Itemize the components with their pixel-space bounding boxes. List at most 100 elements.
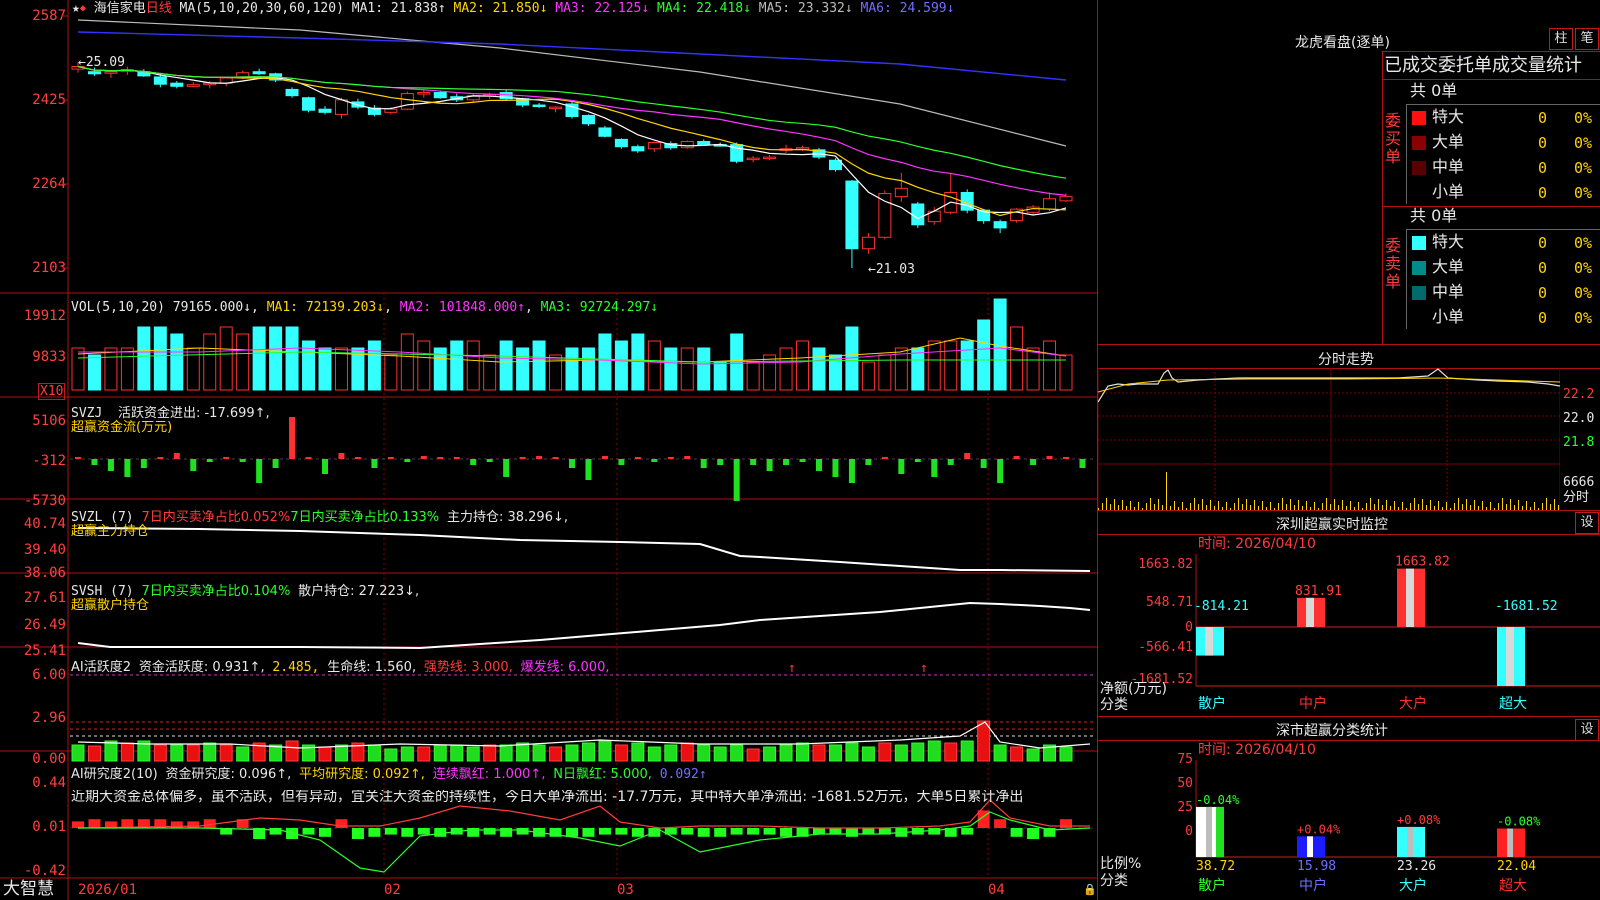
lock-icon[interactable]: 🔒 (1083, 882, 1097, 897)
sc-settings-button[interactable]: 设 (1575, 719, 1599, 741)
volume-bar (153, 326, 167, 391)
activity-bar (845, 742, 859, 762)
candle (104, 71, 118, 74)
research-bar (351, 828, 364, 839)
volume-bar (1026, 347, 1040, 391)
volume-bar (120, 347, 134, 391)
ai2-value-e: 0.092↑ (659, 767, 707, 782)
svzl-axis-tick: 40.74 (23, 516, 66, 532)
research-bar (72, 821, 84, 828)
intraday-volume-bar (1322, 503, 1323, 510)
svzl-line (77, 527, 1091, 572)
intraday-vol-tick: 6666 (1563, 475, 1595, 490)
tick-view-button[interactable]: 笔 (1575, 28, 1599, 50)
intraday-volume-bar (1554, 499, 1555, 510)
ai1-header: AI活跃度2 资金活跃度: 0.931↑, 2.485, 生命线: 1.560,… (71, 660, 610, 675)
intraday-volume-bar (1138, 502, 1139, 510)
volume-bar (977, 319, 991, 391)
dragon-tiger-title: 龙虎看盘(逐单) (1295, 35, 1390, 51)
intraday-volume-bar (1290, 499, 1291, 510)
svzl-ratio-b: 7日内买卖净占比0.133% (290, 510, 440, 525)
activity-bar (549, 746, 563, 762)
intraday-volume-bar (1254, 500, 1255, 510)
research-bar (994, 819, 1007, 828)
intraday-volume-bar (1350, 501, 1351, 510)
vol-value: 79165.000↓ (172, 300, 252, 315)
intraday-volume-bar (1526, 501, 1527, 510)
candle (433, 92, 447, 99)
intraday-volume-bar (1446, 502, 1447, 510)
fund-flow-bar (91, 459, 98, 465)
intraday-volume-bar (1194, 498, 1195, 510)
order-size-label: 特大 (1432, 107, 1465, 126)
intraday-volume-bar (1166, 472, 1167, 510)
candle (1043, 198, 1057, 210)
fund-flow-bar (503, 459, 510, 477)
candle (170, 82, 184, 87)
kline-chart[interactable]: ↑ ↑ (0, 0, 1097, 900)
intraday-chart[interactable] (1098, 368, 1560, 510)
activity-bar (1010, 746, 1024, 762)
ai2-description: 近期大资金总体偏多，虽不活跃，但有异动，宜关注大资金的持续性，今日大单净流出: … (71, 790, 1024, 805)
sc-bar-chart[interactable]: -0.04% +0.04% +0.08% -0.08% (1098, 760, 1600, 860)
activity-bar (614, 744, 628, 762)
activity-bar (433, 744, 447, 762)
volume-bar (779, 347, 793, 391)
intraday-volume-bar (1542, 503, 1543, 510)
fund-flow-bar (700, 459, 707, 468)
sz-settings-button[interactable]: 设 (1575, 512, 1599, 534)
buy-side-label: 委买单 (1385, 111, 1402, 166)
volume-bar (549, 354, 563, 391)
order-color-swatch (1412, 111, 1426, 125)
intraday-volume-bar (1342, 500, 1343, 510)
intraday-volume-bar (1534, 502, 1535, 510)
order-percent: 0% (1574, 259, 1593, 277)
intraday-volume-bar (1314, 502, 1315, 510)
order-percent: 0% (1574, 109, 1593, 127)
activity-bar (944, 742, 958, 762)
research-bar (845, 828, 858, 837)
intraday-volume-bar (1482, 501, 1483, 510)
vol-caption: VOL(5,10,20) (71, 300, 165, 315)
fund-flow-bar (552, 457, 559, 459)
candle (894, 187, 908, 198)
fund-flow-bar (980, 459, 987, 468)
activity-bar (960, 740, 974, 762)
activity-bar (713, 746, 727, 762)
ai2-green-line (78, 811, 1091, 873)
activity-bar (565, 744, 579, 762)
sz-bar-chart[interactable]: -814.21 831.91 1663.82 -1681.52 (1098, 554, 1600, 704)
fund-flow-bar (404, 459, 411, 462)
activity-bar (483, 744, 497, 762)
research-bar (401, 828, 414, 837)
research-bar (187, 821, 200, 828)
fund-flow-bar (634, 457, 641, 459)
volume-bar (137, 326, 151, 391)
activity-bar (285, 740, 299, 762)
fund-flow-bar (750, 459, 757, 465)
activity-bar (384, 748, 398, 762)
activity-bar (219, 744, 233, 762)
main-chart-area[interactable]: ★◆ 海信家电日线 MA(5,10,20,30,60,120) MA1: 21.… (0, 0, 1097, 900)
intraday-volume-bar (1386, 500, 1387, 510)
volume-bar (598, 333, 612, 391)
svsh-subtitle: 超赢散户持仓 (71, 598, 150, 613)
bar-view-button[interactable]: 柱 (1549, 28, 1573, 50)
candle (647, 142, 661, 150)
research-bar (566, 828, 578, 837)
fund-flow-bar (569, 459, 575, 468)
volume-bar (252, 326, 266, 391)
intraday-volume-bar (1226, 502, 1227, 510)
svzj-axis-tick: 5106 (32, 413, 66, 429)
volume-bar (236, 333, 250, 391)
fund-flow-bar (289, 417, 296, 459)
svzl-header: SVZL (7) 7日内买卖净占比0.052%7日内买卖净占比0.133% 主力… (71, 510, 568, 525)
order-color-swatch (1412, 136, 1426, 150)
order-size-label: 中单 (1432, 157, 1465, 176)
candle (878, 193, 892, 238)
svzl-axis-tick: 39.40 (23, 542, 66, 558)
activity-bar (647, 746, 661, 762)
candle (87, 71, 101, 75)
activity-bar (746, 748, 760, 762)
activity-bar (334, 744, 348, 762)
